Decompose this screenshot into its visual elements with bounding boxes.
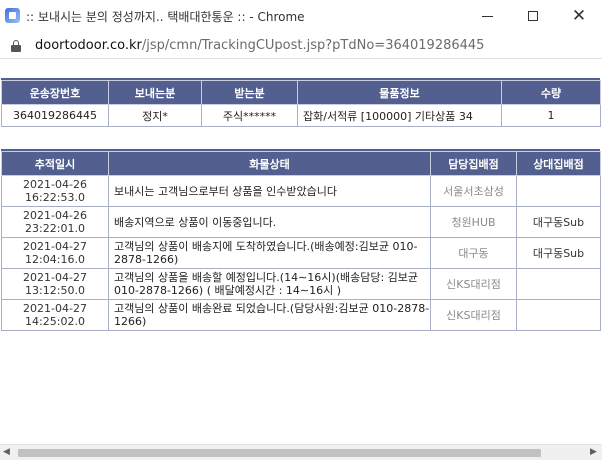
tracking-header-row: 추적일시 화물상태 담당집배점 상대집배점 <box>1 151 601 176</box>
table-row: 2021-04-27 12:04:16.0 고객님의 상품이 배송지에 도착하였습… <box>1 237 601 269</box>
header-cargo-status: 화물상태 <box>108 151 431 176</box>
shipment-header-row: 운송장번호 보내는분 받는분 물품정보 수량 <box>1 80 601 105</box>
close-icon: ✕ <box>571 5 587 26</box>
header-tracking-time: 추적일시 <box>1 151 109 176</box>
receiver-cell: 주식****** <box>201 104 298 127</box>
header-receiver: 받는분 <box>201 80 298 105</box>
branch-link[interactable]: 신KS대리점 <box>430 299 517 331</box>
url-text[interactable]: doortodoor.co.kr/jsp/cmn/TrackingCUpost.… <box>35 38 484 53</box>
maximize-icon <box>528 11 538 21</box>
tracking-time: 14:25:02.0 <box>25 315 85 328</box>
header-branch: 담당집배점 <box>430 151 517 176</box>
scrollbar-thumb[interactable] <box>18 449 541 457</box>
header-counterpart-branch: 상대집배점 <box>516 151 601 176</box>
minimize-icon <box>481 15 493 17</box>
tracking-time: 12:04:16.0 <box>25 253 85 266</box>
shipment-row: 364019286445 정지* 주식****** 잡화/서적류 [100000… <box>1 104 601 127</box>
sender-cell: 정지* <box>108 104 202 127</box>
address-bar[interactable]: doortodoor.co.kr/jsp/cmn/TrackingCUpost.… <box>0 32 602 59</box>
header-tracking-no: 운송장번호 <box>1 80 109 105</box>
branch-link[interactable]: 대구동 <box>430 237 517 269</box>
tracking-time: 13:12:50.0 <box>25 284 85 297</box>
scroll-right-icon[interactable]: ▶ <box>590 447 597 457</box>
shipment-info-table: 운송장번호 보내는분 받는분 물품정보 수량 364019286445 정지* … <box>1 80 601 127</box>
tracking-time-cell: 2021-04-27 13:12:50.0 <box>1 268 109 300</box>
url-path: /jsp/cmn/TrackingCUpost.jsp?pTdNo=364019… <box>141 38 485 53</box>
counterpart-branch-cell: 대구동Sub <box>516 206 601 238</box>
tracking-time-cell: 2021-04-26 16:22:53.0 <box>1 175 109 207</box>
table-row: 2021-04-27 13:12:50.0 고객님의 상품을 배송할 예정입니다.… <box>1 268 601 300</box>
cargo-status-cell: 고객님의 상품을 배송할 예정입니다.(14∼16시)(배송담당: 김보균 01… <box>108 268 431 300</box>
tracking-date: 2021-04-27 <box>23 302 87 315</box>
tracking-time: 23:22:01.0 <box>25 222 85 235</box>
window-titlebar: :: 보내시는 분의 정성까지.. 택배대한통운 :: - Chrome ✕ <box>0 0 602 32</box>
counterpart-branch-cell <box>516 268 601 300</box>
tracking-date: 2021-04-26 <box>23 209 87 222</box>
window-title: :: 보내시는 분의 정성까지.. 택배대한통운 :: - Chrome <box>26 10 305 24</box>
close-button[interactable]: ✕ <box>556 0 602 32</box>
minimize-button[interactable] <box>464 0 510 32</box>
tracking-time: 16:22:53.0 <box>25 191 85 204</box>
header-goods: 물품정보 <box>297 80 502 105</box>
tracking-date: 2021-04-27 <box>23 271 87 284</box>
horizontal-scrollbar[interactable]: ◀ ▶ <box>0 444 602 460</box>
header-sender: 보내는분 <box>108 80 202 105</box>
scroll-left-icon[interactable]: ◀ <box>3 447 10 457</box>
counterpart-branch-cell <box>516 175 601 207</box>
tracking-time-cell: 2021-04-27 14:25:02.0 <box>1 299 109 331</box>
page-content: 운송장번호 보내는분 받는분 물품정보 수량 364019286445 정지* … <box>0 60 602 444</box>
cargo-status-cell: 보내시는 고객님으로부터 상품을 인수받았습니다 <box>108 175 431 207</box>
branch-link[interactable]: 청원HUB <box>430 206 517 238</box>
header-quantity: 수량 <box>501 80 601 105</box>
counterpart-branch-cell <box>516 299 601 331</box>
quantity-cell: 1 <box>501 104 601 127</box>
tracking-date: 2021-04-27 <box>23 240 87 253</box>
table-row: 2021-04-26 16:22:53.0 보내시는 고객님으로부터 상품을 인수… <box>1 175 601 207</box>
branch-link[interactable]: 신KS대리점 <box>430 268 517 300</box>
url-domain: doortodoor.co.kr <box>35 38 142 53</box>
counterpart-branch-cell: 대구동Sub <box>516 237 601 269</box>
cargo-status-cell: 고객님의 상품이 배송지에 도착하였습니다.(배송예정:김보균 010-2878… <box>108 237 431 269</box>
table-row: 2021-04-26 23:22:01.0 배송지역으로 상품이 이동중입니다. … <box>1 206 601 238</box>
goods-cell: 잡화/서적류 [100000] 기타상품 34 <box>297 104 502 127</box>
tracking-time-cell: 2021-04-26 23:22:01.0 <box>1 206 109 238</box>
page-favicon-icon <box>5 8 20 23</box>
cargo-status-cell: 배송지역으로 상품이 이동중입니다. <box>108 206 431 238</box>
tracking-date: 2021-04-26 <box>23 178 87 191</box>
cargo-status-cell: 고객님의 상품이 배송완료 되었습니다.(담당사원:김보균 010-2878-1… <box>108 299 431 331</box>
branch-link[interactable]: 서울서초삼성 <box>430 175 517 207</box>
lock-icon <box>11 40 21 52</box>
table-row: 2021-04-27 14:25:02.0 고객님의 상품이 배송완료 되었습니다… <box>1 299 601 331</box>
tracking-history-table: 추적일시 화물상태 담당집배점 상대집배점 2021-04-26 16:22:53… <box>1 151 601 331</box>
tracking-no-cell: 364019286445 <box>1 104 109 127</box>
tracking-time-cell: 2021-04-27 12:04:16.0 <box>1 237 109 269</box>
maximize-button[interactable] <box>510 0 556 32</box>
